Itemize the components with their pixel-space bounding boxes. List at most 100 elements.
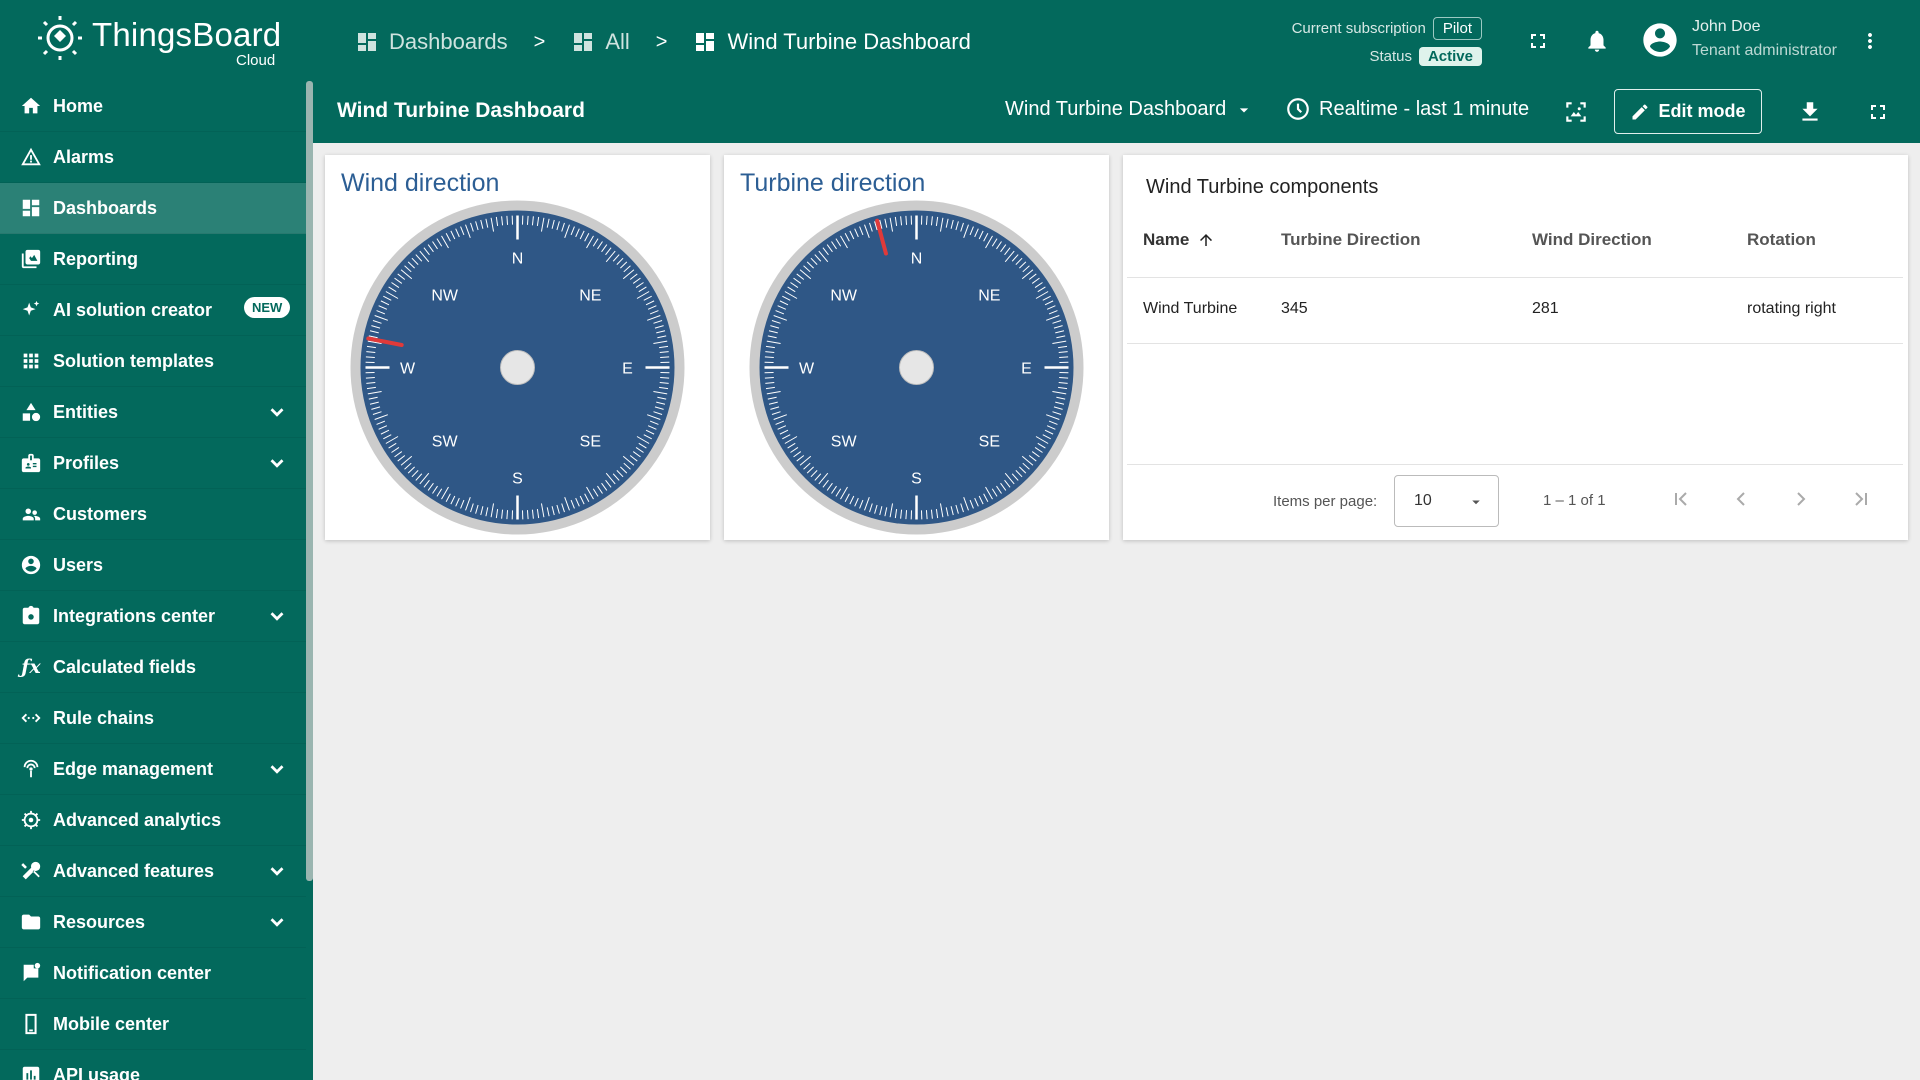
sidebar-item-label: API usage: [53, 1064, 141, 1080]
tools-icon: [19, 859, 43, 883]
sidebar-item-label: Integrations center: [53, 605, 216, 626]
compass-tick: [1059, 376, 1069, 379]
compass-tick: [506, 510, 509, 520]
compass-label: NW: [431, 288, 459, 305]
sidebar-item-label: Home: [53, 95, 104, 116]
sidebar-item-rule-chains[interactable]: Rule chains: [0, 693, 306, 744]
subscription-plan-badge[interactable]: Pilot: [1432, 16, 1482, 40]
sidebar-item-label: Customers: [53, 503, 148, 524]
sidebar-item-customers[interactable]: Customers: [0, 489, 306, 540]
sidebar-item-profiles[interactable]: Profiles: [0, 438, 306, 489]
chevron-left-icon: [1736, 492, 1745, 506]
home-icon: [19, 94, 43, 118]
breadcrumb-all[interactable]: All: [571, 29, 630, 55]
sidebar-item-advanced-features[interactable]: Advanced features: [0, 846, 306, 897]
breadcrumb-label: Dashboards: [389, 29, 508, 54]
dashboard-icon: [696, 33, 715, 51]
first-page-icon: [1675, 492, 1687, 506]
more-menu-button[interactable]: [1855, 26, 1885, 56]
logo[interactable]: ThingsBoard Cloud: [36, 12, 286, 72]
column-header-turbine-direction[interactable]: Turbine Direction: [1281, 230, 1420, 250]
sidebar-item-calculated-fields[interactable]: ƒx Calculated fields: [0, 642, 306, 693]
previous-page-button[interactable]: [1727, 485, 1755, 513]
sidebar-item-dashboards[interactable]: Dashboards: [0, 183, 306, 234]
widget-title: Wind direction: [341, 169, 500, 197]
dashboard-state-select[interactable]: Wind Turbine Dashboard: [1005, 98, 1254, 121]
brand-edition: Cloud: [236, 52, 276, 69]
sidebar-scrollbar[interactable]: [306, 81, 313, 881]
items-per-page-select[interactable]: 10: [1394, 475, 1499, 527]
sidebar-item-label: Dashboards: [53, 197, 158, 218]
sidebar-item-mobile-center[interactable]: Mobile center: [0, 999, 306, 1050]
sidebar-item-users[interactable]: Users: [0, 540, 306, 591]
next-page-button[interactable]: [1787, 485, 1815, 513]
footer-divider: [1127, 464, 1903, 465]
sidebar-item-label: Advanced features: [53, 860, 215, 881]
edge-icon: [19, 757, 43, 781]
export-image-button[interactable]: [1561, 97, 1591, 127]
timewindow-button[interactable]: Realtime - last 1 minute: [1285, 96, 1529, 122]
sidebar-item-solution-templates[interactable]: Solution templates: [0, 336, 306, 387]
sidebar-item-integrations-center[interactable]: Integrations center: [0, 591, 306, 642]
sidebar-item-api-usage[interactable]: API usage: [0, 1050, 306, 1080]
brand-name: ThingsBoard: [92, 16, 282, 53]
sidebar-item-reporting[interactable]: Reporting: [0, 234, 306, 285]
column-header-rotation[interactable]: Rotation: [1747, 230, 1816, 250]
chevron-down-icon: [270, 918, 284, 927]
api-usage-icon: [19, 1063, 43, 1080]
sidebar-item-edge-management[interactable]: Edge management: [0, 744, 306, 795]
dashboard-fullscreen-button[interactable]: [1863, 97, 1893, 127]
sidebar-item-label: Calculated fields: [53, 656, 197, 677]
status-badge: Active: [1418, 46, 1482, 66]
sidebar-item-advanced-analytics[interactable]: Advanced analytics: [0, 795, 306, 846]
compass-label: E: [1021, 361, 1032, 378]
first-page-button[interactable]: [1667, 485, 1695, 513]
sidebar-item-entities[interactable]: Entities: [0, 387, 306, 438]
dashboard-icon: [358, 33, 376, 51]
compass-label: NE: [978, 288, 1000, 305]
fullscreen-button[interactable]: [1523, 26, 1553, 56]
cell-rotation: rotating right: [1747, 300, 1836, 317]
compass-tick: [526, 510, 529, 520]
compass-tick: [1059, 356, 1069, 359]
account-circle-icon: [1643, 23, 1677, 57]
sidebar-item-label: Alarms: [53, 146, 115, 167]
entities-icon: [19, 400, 43, 424]
column-header-wind-direction[interactable]: Wind Direction: [1532, 230, 1652, 250]
compass-tick: [925, 510, 928, 520]
sidebar-item-label: Notification center: [53, 962, 212, 983]
notifications-button[interactable]: [1582, 26, 1612, 56]
sidebar-item-ai-solution-creator[interactable]: AI solution creator NEW: [0, 285, 306, 336]
sidebar: Home Alarms Dashboards Reporting AI solu…: [0, 81, 313, 1080]
pagination-range: 1 – 1 of 1: [1543, 492, 1606, 509]
edit-mode-button[interactable]: Edit mode: [1614, 89, 1762, 134]
compass-label: SW: [831, 433, 858, 450]
dashboard-state-value: Wind Turbine Dashboard: [1005, 98, 1227, 120]
sidebar-item-notification-center[interactable]: Notification center: [0, 948, 306, 999]
sidebar-item-resources[interactable]: Resources: [0, 897, 306, 948]
dashboard-toolbar: Wind Turbine Dashboard Wind Turbine Dash…: [313, 81, 1920, 143]
last-page-button[interactable]: [1847, 485, 1875, 513]
sidebar-item-home[interactable]: Home: [0, 81, 306, 132]
column-header-label: Name: [1143, 230, 1190, 249]
download-button[interactable]: [1795, 97, 1825, 127]
sidebar-item-label: Advanced analytics: [53, 809, 222, 830]
compass-label: N: [512, 251, 524, 268]
sparkle-icon: [19, 298, 43, 322]
compass-label: E: [622, 361, 633, 378]
user-menu[interactable]: John Doe Tenant administrator: [1640, 18, 1850, 64]
breadcrumb-separator: >: [655, 30, 668, 53]
notification-icon: [19, 961, 43, 985]
arrow-drop-down-icon: [1472, 500, 1480, 505]
compass-label: NE: [579, 288, 601, 305]
compass-tick: [506, 215, 509, 225]
chevron-down-icon: [270, 612, 284, 621]
compass-tick: [764, 356, 774, 359]
cell-wind-direction: 281: [1532, 300, 1559, 317]
column-header-name[interactable]: Name: [1143, 230, 1215, 250]
compass-label: S: [512, 471, 523, 488]
dashboard-icon: [574, 33, 593, 51]
sidebar-item-alarms[interactable]: Alarms: [0, 132, 306, 183]
breadcrumb-dashboards[interactable]: Dashboards: [355, 29, 508, 55]
new-badge: NEW: [244, 297, 291, 318]
